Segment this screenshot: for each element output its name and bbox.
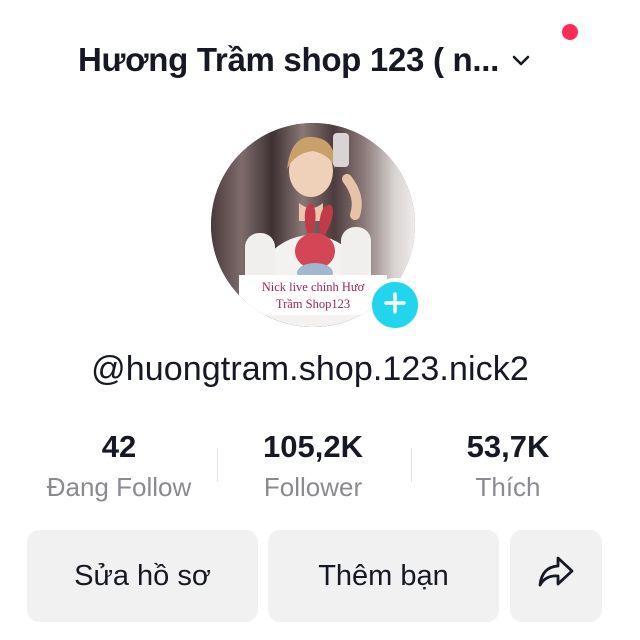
profile-stats: 42 Đang Follow 105,2K Follower 53,7K Thí… xyxy=(0,428,640,508)
avatar-container: Nick live chính Hươ Trầm Shop123 xyxy=(211,123,422,333)
stat-likes[interactable]: 53,7K Thích xyxy=(408,428,608,504)
stat-following[interactable]: 42 Đang Follow xyxy=(19,428,219,504)
likes-label: Thích xyxy=(475,472,541,502)
followers-count: 105,2K xyxy=(263,429,363,464)
followers-label: Follower xyxy=(263,472,363,502)
plus-icon xyxy=(383,291,407,320)
edit-profile-button[interactable]: Sửa hồ sơ xyxy=(27,530,258,622)
add-avatar-button[interactable] xyxy=(368,278,422,332)
following-label: Đang Follow xyxy=(46,472,192,502)
username: @huongtram.shop.123.nick2 xyxy=(91,350,529,388)
account-switcher[interactable]: Hương Trầm shop 123 ( n... xyxy=(78,38,533,82)
stat-followers[interactable]: 105,2K Follower xyxy=(213,428,413,504)
share-button[interactable] xyxy=(510,530,602,622)
likes-count: 53,7K xyxy=(466,429,550,464)
avatar-caption-line1: Nick live chính Hươ xyxy=(262,280,365,294)
profile-header: Hương Trầm shop 123 ( n... xyxy=(0,30,640,90)
share-icon xyxy=(537,555,575,597)
avatar-caption-line2: Trầm Shop123 xyxy=(276,297,350,311)
chevron-down-icon xyxy=(511,49,533,71)
add-friend-button[interactable]: Thêm bạn xyxy=(268,530,499,622)
account-name: Hương Trầm shop 123 ( n... xyxy=(78,41,499,78)
following-count: 42 xyxy=(101,429,137,464)
notification-dot xyxy=(562,24,578,40)
